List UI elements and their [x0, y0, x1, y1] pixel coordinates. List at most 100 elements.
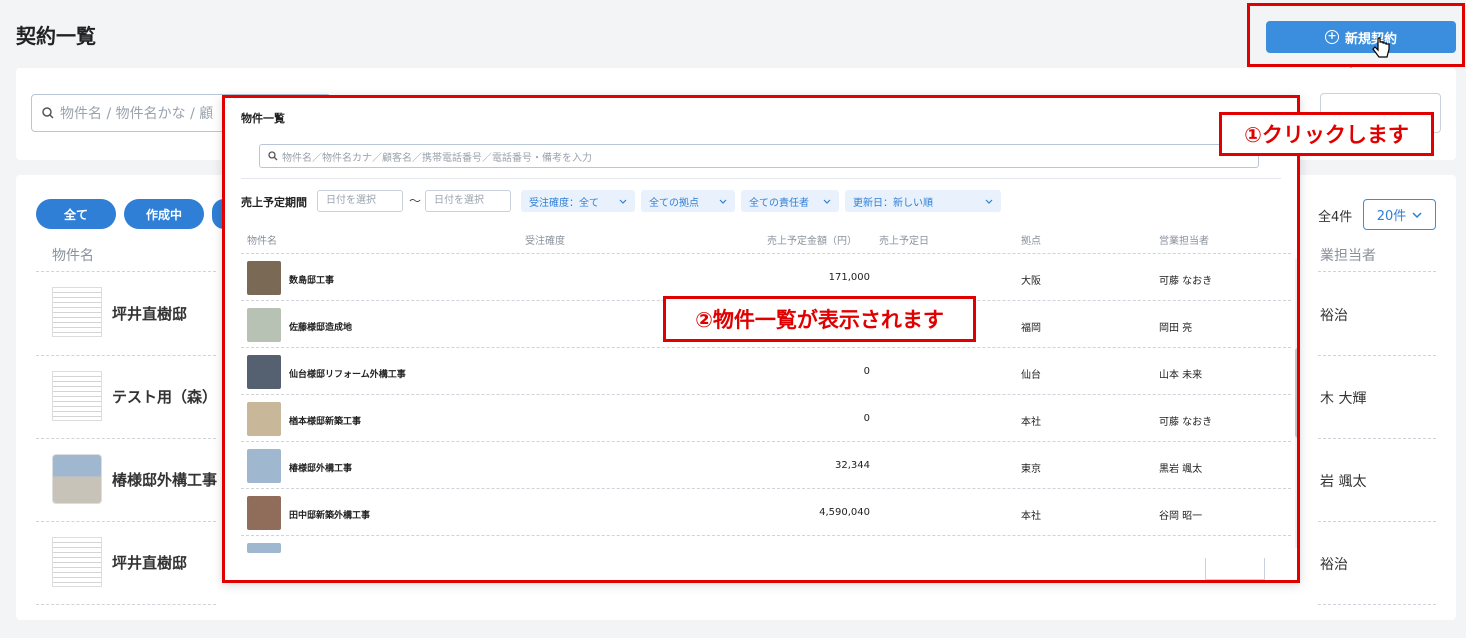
property-row-base: 福岡	[1021, 323, 1041, 334]
row-divider	[1318, 438, 1436, 439]
contract-row-name[interactable]: 椿様邸外構工事	[112, 469, 217, 490]
row-divider	[36, 521, 216, 522]
property-row-name[interactable]: 椿様邸外構工事	[289, 461, 352, 474]
base-filter[interactable]: 全ての拠点	[641, 190, 735, 212]
tab-all[interactable]: 全て	[36, 199, 116, 229]
contract-row-staff: 裕治	[1320, 308, 1348, 324]
search-placeholder: 物件名 / 物件名かな / 顧	[60, 106, 214, 122]
property-row-amount: 171,000	[828, 272, 870, 283]
chevron-down-icon	[1412, 211, 1422, 218]
result-count: 全4件	[1318, 210, 1353, 225]
property-row-base: 大阪	[1021, 276, 1041, 287]
row-divider	[241, 488, 1291, 489]
contract-row-name[interactable]: 坪井直樹邸	[112, 303, 187, 324]
column-header-staff: 業担当者	[1320, 248, 1376, 264]
row-divider	[36, 604, 216, 605]
property-thumbnail	[247, 543, 281, 553]
step1-callout: ①クリックします	[1219, 112, 1434, 156]
modal-scrollbar-thumb[interactable]	[1295, 348, 1297, 438]
chevron-down-icon	[619, 199, 627, 204]
property-row-staff: 谷岡 昭一	[1159, 511, 1203, 522]
contract-row-name[interactable]: テスト用（森）	[112, 386, 217, 407]
contract-row-staff: 裕治	[1320, 557, 1348, 573]
row-divider	[36, 355, 216, 356]
chevron-down-icon	[823, 199, 831, 204]
chevron-down-icon	[719, 199, 727, 204]
column-header-base: 拠点	[1021, 236, 1041, 247]
row-divider	[36, 271, 216, 272]
property-row-amount: 0	[863, 366, 870, 377]
per-page-select[interactable]: 20件	[1363, 199, 1436, 230]
contract-row-name[interactable]: 坪井直樹邸	[112, 552, 187, 573]
property-row-amount: 4,590,040	[819, 507, 870, 518]
row-divider	[241, 253, 1291, 254]
base-filter-label: 全ての拠点	[649, 197, 699, 209]
property-row-base: 東京	[1021, 464, 1041, 475]
sort-filter-label: 更新日：新しい順	[853, 197, 933, 209]
contract-thumbnail	[52, 371, 102, 421]
property-search-input[interactable]: 物件名／物件名カナ／顧客名／携帯電話番号／電話番号・備考を入力	[259, 144, 1259, 168]
highlight-frame	[1247, 3, 1465, 67]
property-row-name[interactable]: 佐藤様邸造成地	[289, 320, 352, 333]
contract-thumbnail	[52, 287, 102, 337]
period-tilde: 〜	[409, 194, 422, 208]
tab-drafting[interactable]: 作成中	[124, 199, 204, 229]
search-icon	[42, 107, 54, 119]
property-row-name[interactable]: 田中邸新築外構工事	[289, 508, 370, 521]
property-row-name[interactable]: 数島邸工事	[289, 273, 334, 286]
probability-filter-label: 受注確度：全て	[529, 197, 599, 209]
property-row-staff: 岡田 亮	[1159, 323, 1193, 334]
column-header-property: 物件名	[247, 236, 277, 247]
property-row-staff: 可藤 なおき	[1159, 276, 1213, 287]
row-divider	[1318, 521, 1436, 522]
modal-pager[interactable]	[1205, 558, 1265, 580]
column-header-name: 物件名	[52, 248, 94, 264]
row-divider	[1318, 355, 1436, 356]
manager-filter[interactable]: 全ての責任者	[741, 190, 839, 212]
modal-divider	[241, 178, 1281, 179]
page-title: 契約一覧	[16, 24, 96, 48]
period-end-date-input[interactable]: 日付を選択	[425, 190, 511, 212]
property-thumbnail	[247, 449, 281, 483]
row-divider	[36, 438, 216, 439]
chevron-down-icon	[985, 199, 993, 204]
column-header-sales-staff: 営業担当者	[1159, 236, 1209, 247]
contract-thumbnail	[52, 537, 102, 587]
column-header-amount: 売上予定金額（円）	[767, 236, 857, 247]
property-row-staff: 黒岩 颯太	[1159, 464, 1203, 475]
row-divider	[241, 394, 1291, 395]
property-row-name[interactable]: 楢本様邸新築工事	[289, 414, 361, 427]
property-row-base: 仙台	[1021, 370, 1041, 381]
property-row-staff: 可藤 なおき	[1159, 417, 1213, 428]
row-divider	[241, 347, 1291, 348]
period-start-date-input[interactable]: 日付を選択	[317, 190, 403, 212]
property-row-amount: 32,344	[835, 460, 870, 471]
property-row-base: 本社	[1021, 511, 1041, 522]
property-row-base: 本社	[1021, 417, 1041, 428]
property-row-staff: 山本 未来	[1159, 370, 1203, 381]
row-divider	[1318, 271, 1436, 272]
manager-filter-label: 全ての責任者	[749, 197, 809, 209]
property-thumbnail	[247, 261, 281, 295]
probability-filter[interactable]: 受注確度：全て	[521, 190, 635, 212]
step2-callout: ②物件一覧が表示されます	[663, 296, 976, 342]
property-thumbnail	[247, 496, 281, 530]
property-thumbnail	[247, 355, 281, 389]
property-search-placeholder: 物件名／物件名カナ／顧客名／携帯電話番号／電話番号・備考を入力	[282, 152, 592, 164]
property-row-name[interactable]: 仙台様邸リフォーム外構工事	[289, 367, 406, 380]
contract-thumbnail	[52, 454, 102, 504]
row-divider	[241, 535, 1291, 536]
sort-filter[interactable]: 更新日：新しい順	[845, 190, 1001, 212]
sales-period-label: 売上予定期間	[241, 196, 307, 209]
contract-row-staff: 木 大輝	[1320, 391, 1367, 407]
column-header-probability: 受注確度	[525, 236, 565, 247]
modal-title: 物件一覧	[241, 112, 285, 125]
property-thumbnail	[247, 308, 281, 342]
property-thumbnail	[247, 402, 281, 436]
per-page-value: 20件	[1376, 209, 1407, 224]
row-divider	[241, 441, 1291, 442]
row-divider	[1318, 604, 1436, 605]
property-row-amount: 0	[863, 413, 870, 424]
search-icon	[268, 151, 278, 161]
contract-row-staff: 岩 颯太	[1320, 474, 1367, 490]
